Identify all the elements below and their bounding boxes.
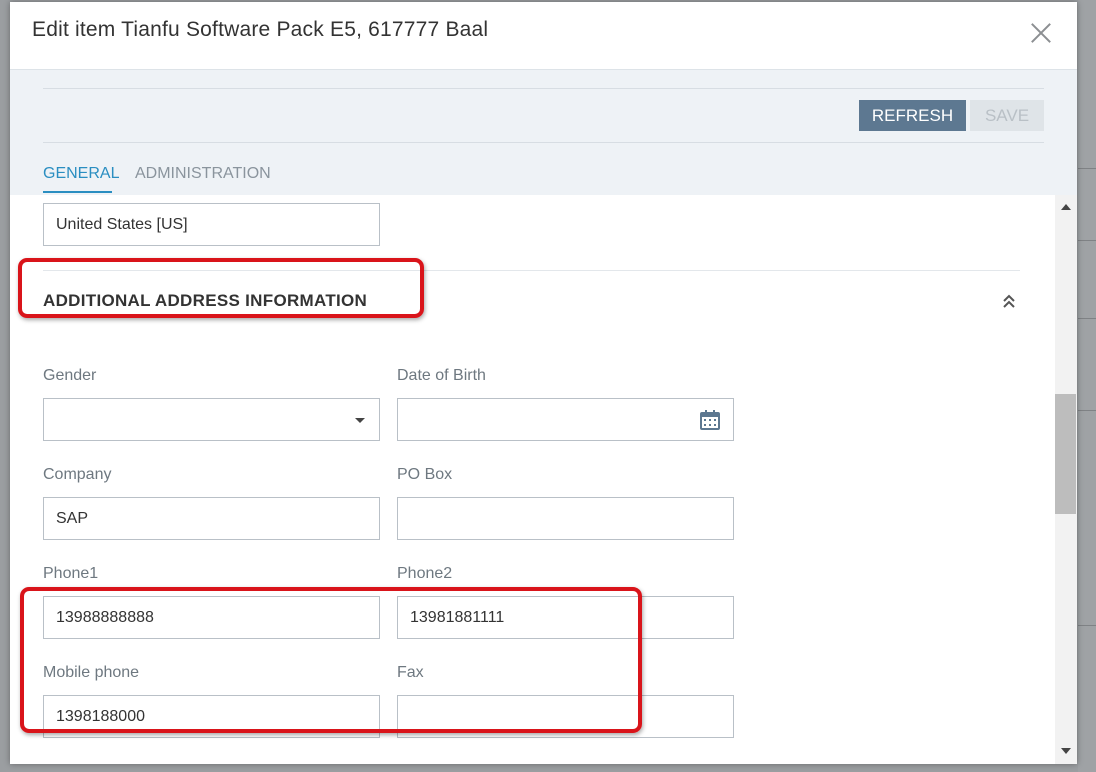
tab-administration[interactable]: ADMINISTRATION bbox=[135, 165, 271, 183]
background-divider bbox=[1078, 318, 1096, 319]
dialog-title: Edit item Tianfu Software Pack E5, 61777… bbox=[32, 18, 489, 41]
date-of-birth-field[interactable] bbox=[397, 398, 734, 441]
toolbar-divider bbox=[43, 142, 1044, 143]
background-divider bbox=[1078, 240, 1096, 241]
section-divider bbox=[43, 270, 1020, 271]
mobile-phone-field[interactable]: 1398188000 bbox=[43, 695, 380, 738]
scrollbar-thumb[interactable] bbox=[1055, 394, 1076, 514]
background-divider bbox=[1078, 168, 1096, 169]
toolbar-divider bbox=[43, 88, 1044, 89]
close-icon[interactable] bbox=[1029, 20, 1053, 44]
date-of-birth-label: Date of Birth bbox=[397, 367, 486, 384]
phone2-label: Phone2 bbox=[397, 565, 453, 582]
country-field[interactable]: United States [US] bbox=[43, 203, 380, 246]
company-field[interactable]: SAP bbox=[43, 497, 380, 540]
save-button[interactable]: SAVE bbox=[970, 100, 1044, 131]
background-strip bbox=[1078, 0, 1096, 772]
po-box-label: PO Box bbox=[397, 466, 453, 483]
company-label: Company bbox=[43, 466, 112, 483]
phone2-field[interactable]: 13981881111 bbox=[397, 596, 734, 639]
calendar-icon[interactable] bbox=[700, 410, 720, 430]
dialog-toolbar: REFRESH SAVE GENERAL ADMINISTRATION bbox=[10, 70, 1077, 195]
tab-general[interactable]: GENERAL bbox=[43, 165, 119, 183]
edit-item-dialog: Edit item Tianfu Software Pack E5, 61777… bbox=[10, 2, 1077, 764]
active-tab-indicator bbox=[43, 191, 112, 193]
refresh-button[interactable]: REFRESH bbox=[859, 100, 966, 131]
scroll-up-icon[interactable] bbox=[1061, 204, 1071, 210]
po-box-field[interactable] bbox=[397, 497, 734, 540]
dialog-header: Edit item Tianfu Software Pack E5, 61777… bbox=[10, 2, 1077, 70]
gender-select[interactable] bbox=[43, 398, 380, 441]
chevron-down-icon bbox=[355, 418, 365, 423]
section-title: ADDITIONAL ADDRESS INFORMATION bbox=[43, 291, 368, 310]
fax-field[interactable] bbox=[397, 695, 734, 738]
scroll-down-icon[interactable] bbox=[1061, 748, 1071, 754]
gender-label: Gender bbox=[43, 367, 97, 384]
phone1-label: Phone1 bbox=[43, 565, 99, 582]
fax-label: Fax bbox=[397, 664, 424, 681]
background-divider bbox=[1078, 625, 1096, 626]
collapse-icon[interactable] bbox=[1002, 293, 1016, 309]
background-divider bbox=[1078, 410, 1096, 411]
mobile-phone-label: Mobile phone bbox=[43, 664, 140, 681]
phone1-field[interactable]: 13988888888 bbox=[43, 596, 380, 639]
form-content: United States [US] ADDITIONAL ADDRESS IN… bbox=[10, 195, 1055, 764]
